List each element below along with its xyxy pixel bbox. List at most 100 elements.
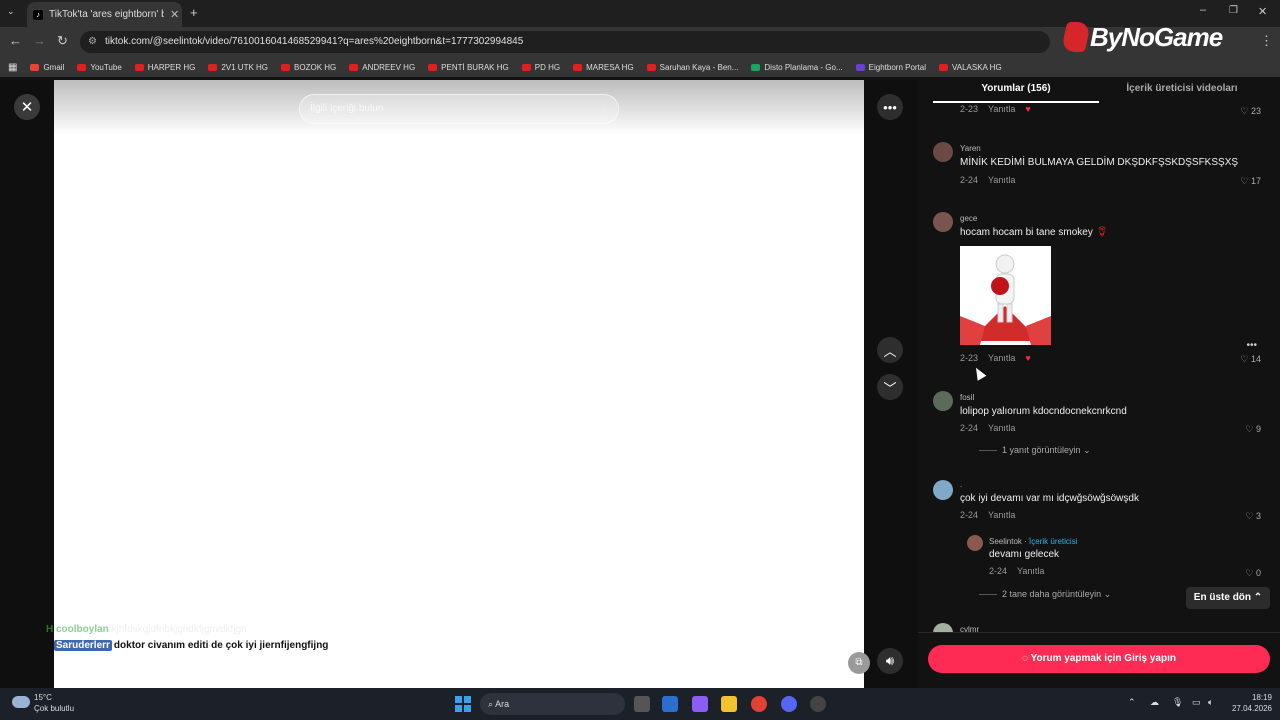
more-options-icon[interactable]: ••• <box>877 94 903 120</box>
chrome-icon[interactable] <box>751 696 767 712</box>
youtube-icon <box>939 63 949 71</box>
chevron-down-icon[interactable]: ﹀ <box>877 374 903 400</box>
close-tab-icon[interactable]: ✕ <box>170 8 179 21</box>
taskbar-search[interactable]: ⌕ Ara <box>480 693 625 715</box>
like-button[interactable]: ♡ 14 <box>1240 354 1261 365</box>
maximize-icon[interactable]: ❐ <box>1229 5 1238 16</box>
tab-comments[interactable]: Yorumlar (156) <box>933 80 1099 103</box>
close-window-icon[interactable]: ✕ <box>1258 5 1267 18</box>
reload-icon[interactable]: ↻ <box>57 33 68 49</box>
bookmarks-bar: ▦ Gmail YouTube HARPER HG 2V1 UTK HG BOZ… <box>0 57 1280 77</box>
menu-icon[interactable]: ⋮ <box>1260 33 1273 49</box>
comment-username[interactable]: Yaren <box>960 144 981 153</box>
reply-button[interactable]: Yanıtla <box>1017 566 1044 576</box>
close-icon[interactable]: ✕ <box>14 94 40 120</box>
comment-attachment-image[interactable] <box>960 246 1051 345</box>
bookmark-item[interactable]: Eightborn Portal <box>855 63 926 72</box>
search-icon[interactable]: ⌕ <box>601 95 608 123</box>
reply-button[interactable]: Yanıtla <box>988 423 1015 433</box>
chevron-up-icon[interactable]: ︿ <box>877 337 903 363</box>
reply-username[interactable]: Seelintok <box>989 537 1022 546</box>
like-button[interactable]: ♡ 17 <box>1240 176 1261 187</box>
like-count: 14 <box>1250 354 1261 364</box>
weather-temp: 15°C <box>34 693 52 702</box>
search-icon: ⌕ <box>488 699 494 709</box>
bookmark-item[interactable]: HARPER HG <box>134 63 195 72</box>
microphone-icon[interactable]: 🎙︎ <box>1172 697 1183 708</box>
bookmark-item[interactable]: PD HG <box>521 63 560 72</box>
bynogame-mark-icon <box>1060 22 1092 52</box>
tiktok-icon: ♪ <box>33 9 43 20</box>
comment-options-icon[interactable]: ••• <box>1246 340 1257 351</box>
comment-username[interactable]: . <box>960 480 962 489</box>
like-button[interactable]: ♡ 3 <box>1245 511 1261 522</box>
like-count: 9 <box>1255 424 1261 434</box>
discord-icon[interactable] <box>781 696 797 712</box>
reply-button[interactable]: Yanıtla <box>988 104 1015 114</box>
view-more-replies-button[interactable]: 2 tane daha görüntüleyin ⌄ <box>979 589 1111 600</box>
task-view-icon[interactable] <box>634 696 650 712</box>
bookmark-item[interactable]: PENTİ BURAK HG <box>428 63 509 72</box>
new-tab-icon[interactable]: + <box>190 5 198 20</box>
back-to-top-button[interactable]: En üste dön ⌃ <box>1186 587 1270 609</box>
volume-icon[interactable]: 🔈︎ <box>1208 697 1213 708</box>
address-bar[interactable]: ⚙ tiktok.com/@seelintok/video/7610016041… <box>80 31 1050 53</box>
apps-icon[interactable]: ▦ <box>8 62 17 73</box>
bookmark-item[interactable]: Saruhan Kaya - Ben... <box>646 63 738 72</box>
taskbar-search-label: Ara <box>495 699 510 709</box>
comments-panel: Yorumlar (156) İçerik üreticisi videolar… <box>918 80 1280 688</box>
bookmark-youtube[interactable]: YouTube <box>77 63 122 72</box>
comment-username[interactable]: gece <box>960 214 977 223</box>
bookmark-gmail[interactable]: Gmail <box>30 63 64 72</box>
reply-button[interactable]: Yanıtla <box>988 510 1015 520</box>
avatar[interactable] <box>933 142 953 162</box>
like-button[interactable]: ♡ 0 <box>1245 568 1261 579</box>
comment-date: 2-23 <box>960 104 979 114</box>
volume-icon[interactable]: 🔊︎ <box>877 648 903 674</box>
start-icon[interactable] <box>455 696 471 712</box>
sheets-icon <box>751 63 761 71</box>
windows-taskbar: 15°C Çok bulutlu ⌕ Ara ⌃ ☁ 🎙︎ ▭ 🔈︎ 18:19… <box>0 688 1280 720</box>
forward-icon[interactable]: → <box>33 33 46 48</box>
tab-creator-videos[interactable]: İçerik üreticisi videoları <box>1099 80 1265 103</box>
view-replies-button[interactable]: 1 yanıt görüntüleyin ⌄ <box>979 445 1091 456</box>
like-button[interactable]: ♡ 9 <box>1245 424 1261 435</box>
browser-tab[interactable]: ♪ TikTok'ta 'ares eightborn' bulab ✕ <box>27 2 182 27</box>
store-icon[interactable] <box>662 696 678 712</box>
onedrive-icon[interactable]: ☁ <box>1150 697 1159 708</box>
tray-overflow-icon[interactable]: ⌃ <box>1128 697 1136 708</box>
tab-search-icon[interactable]: ⌄ <box>7 6 15 17</box>
site-info-icon[interactable]: ⚙ <box>88 31 97 53</box>
copilot-icon[interactable] <box>692 696 708 712</box>
video-player[interactable]: İlgili içeriği bulun ⌕ H coolboylan kjhf… <box>46 80 870 688</box>
back-icon[interactable]: ← <box>9 33 22 48</box>
bookmark-item[interactable]: ANDREEV HG <box>349 63 415 72</box>
avatar[interactable] <box>933 480 953 500</box>
like-button[interactable]: ♡ 23 <box>1240 106 1261 117</box>
reply-button[interactable]: Yanıtla <box>988 175 1015 185</box>
bookmark-item[interactable]: 2V1 UTK HG <box>208 63 268 72</box>
bynogame-logo: ByNoGame <box>1060 20 1223 54</box>
reply-button[interactable]: Yanıtla <box>988 353 1015 363</box>
login-to-comment-button[interactable]: ◌ Yorum yapmak için Giriş yapın <box>928 645 1270 673</box>
app-icon[interactable] <box>810 696 826 712</box>
clock-date[interactable]: 27.04.2026 <box>1222 704 1272 713</box>
avatar[interactable] <box>933 212 953 232</box>
file-explorer-icon[interactable] <box>721 696 737 712</box>
bookmark-item[interactable]: VALASKA HG <box>939 63 1002 72</box>
comment-text: çok iyi devamı var mı idçwğsöwğsöwşdk <box>960 493 1139 504</box>
avatar[interactable] <box>933 391 953 411</box>
minimize-icon[interactable]: – <box>1200 4 1206 16</box>
pip-icon[interactable]: ⧉ <box>848 652 870 674</box>
clock-time[interactable]: 18:19 <box>1232 693 1272 702</box>
bookmark-item[interactable]: Disto Planlama - Go... <box>751 63 843 72</box>
comment-text: lolipop yalıorum kdocndocnekcnrkcnd <box>960 406 1127 417</box>
network-icon[interactable]: ▭ <box>1192 697 1201 708</box>
related-search-input[interactable]: İlgili içeriği bulun ⌕ <box>299 94 619 124</box>
bookmark-item[interactable]: MARESA HG <box>573 63 634 72</box>
avatar[interactable] <box>967 535 983 551</box>
weather-icon[interactable] <box>12 696 30 708</box>
comment-username[interactable]: fosil <box>960 393 974 402</box>
youtube-icon <box>349 63 359 71</box>
bookmark-item[interactable]: BOZOK HG <box>281 63 336 72</box>
